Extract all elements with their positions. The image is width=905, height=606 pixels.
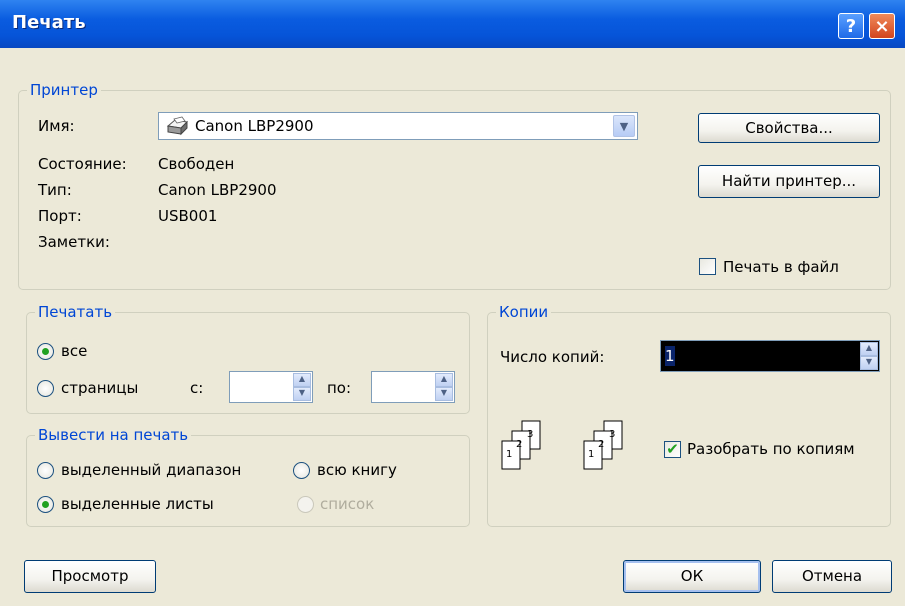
from-label: с: [190, 379, 204, 397]
printer-port-label: Порт: [38, 207, 82, 225]
printer-icon [166, 116, 189, 136]
printer-type-value: Canon LBP2900 [158, 181, 277, 199]
printer-name-select[interactable]: Canon LBP2900 ▼ [158, 112, 638, 140]
selection-label[interactable]: выделенный диапазон [61, 460, 241, 480]
printer-status-label: Состояние: [38, 155, 127, 173]
page-number-3: 3 [527, 429, 534, 440]
print-to-file-checkbox[interactable] [699, 258, 716, 275]
page-number-1: 1 [506, 449, 513, 460]
title-bar[interactable]: Печать ? × [0, 0, 905, 48]
print-range-group-label: Печатать [35, 303, 116, 321]
spin-up-icon[interactable]: ▲ [860, 342, 878, 356]
selection-radio[interactable] [37, 462, 54, 479]
collate-label[interactable]: Разобрать по копиям [687, 439, 855, 459]
spin-down-icon[interactable]: ▼ [293, 387, 311, 401]
spin-down-icon[interactable]: ▼ [435, 387, 453, 401]
list-label: список [320, 495, 375, 513]
copies-count-value[interactable]: 1 [665, 346, 675, 366]
printer-status-value: Свободен [158, 155, 235, 173]
printer-name-label: Имя: [38, 117, 75, 135]
active-sheets-radio[interactable] [37, 496, 54, 513]
printer-name-value: Canon LBP2900 [195, 117, 314, 135]
collate-checkbox[interactable]: ✔ [664, 441, 681, 458]
print-what-group-label: Вывести на печать [35, 426, 192, 444]
ok-button[interactable]: ОК [623, 560, 761, 593]
print-all-label[interactable]: все [61, 341, 87, 361]
help-button[interactable]: ? [838, 13, 864, 39]
chevron-down-icon[interactable]: ▼ [613, 115, 635, 137]
entire-workbook-label[interactable]: всю книгу [317, 460, 397, 480]
copies-group-label: Копии [496, 303, 552, 321]
cancel-button[interactable]: Отмена [772, 560, 892, 593]
spin-up-icon[interactable]: ▲ [293, 373, 311, 387]
to-label: по: [327, 379, 352, 397]
spin-down-icon[interactable]: ▼ [860, 356, 878, 370]
page-number-2: 2 [516, 439, 523, 450]
find-printer-button[interactable]: Найти принтер... [698, 165, 880, 198]
page-number-1: 1 [588, 449, 595, 460]
preview-button[interactable]: Просмотр [24, 560, 156, 593]
page-number-2: 2 [598, 439, 605, 450]
spin-up-icon[interactable]: ▲ [435, 373, 453, 387]
list-radio [297, 496, 314, 513]
print-all-radio[interactable] [37, 343, 54, 360]
dialog-title: Печать [12, 12, 86, 33]
copies-count-spinner[interactable]: 1 ▲ ▼ [660, 340, 880, 372]
properties-button[interactable]: Свойства... [698, 113, 880, 143]
close-button[interactable]: × [869, 13, 895, 39]
print-to-file-label[interactable]: Печать в файл [723, 257, 839, 277]
printer-notes-label: Заметки: [38, 233, 110, 251]
copies-count-label: Число копий: [500, 348, 605, 366]
from-page-spinner[interactable]: ▲ ▼ [229, 371, 313, 403]
printer-type-label: Тип: [38, 181, 72, 199]
printer-port-value: USB001 [158, 207, 218, 225]
entire-workbook-radio[interactable] [293, 462, 310, 479]
printer-group-label: Принтер [27, 81, 101, 99]
active-sheets-label[interactable]: выделенные листы [61, 494, 214, 514]
to-page-spinner[interactable]: ▲ ▼ [371, 371, 455, 403]
print-dialog: Печать ? × Принтер Имя: Canon LBP2900 ▼ … [0, 0, 905, 606]
print-pages-radio[interactable] [37, 380, 54, 397]
page-number-3: 3 [609, 429, 616, 440]
print-pages-label[interactable]: страницы [61, 378, 138, 398]
